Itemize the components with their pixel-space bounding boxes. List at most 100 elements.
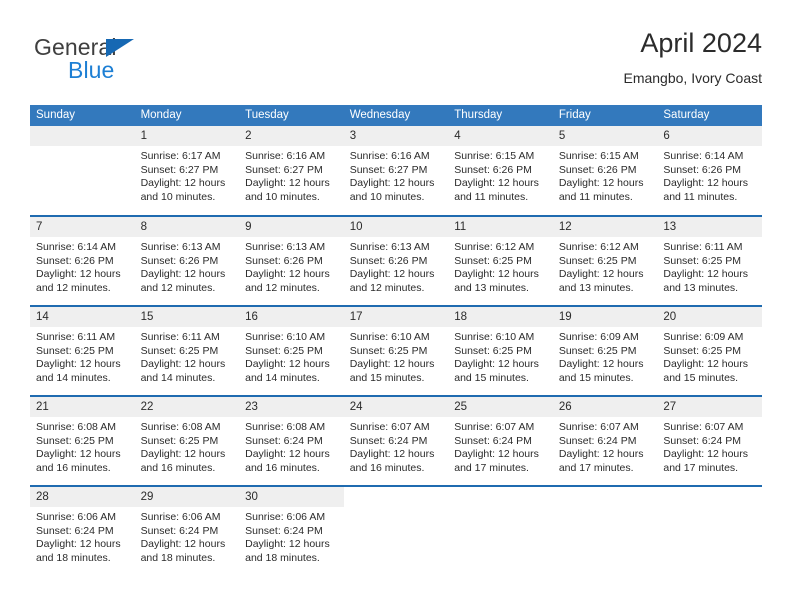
sunset-text: Sunset: 6:24 PM [663, 434, 742, 447]
daylight-text-line1: Daylight: 12 hours [558, 177, 644, 190]
day-cell-inner [344, 487, 449, 575]
calendar-day-cell[interactable]: 23 Sunrise: 6:08 AM Sunset: 6:24 PM Dayligh… [239, 395, 344, 486]
day-number: 18 [448, 307, 553, 327]
calendar-day-cell[interactable]: 19 Sunrise: 6:09 AM Sunset: 6:25 PM Dayligh… [552, 305, 658, 396]
calendar-day-cell[interactable]: 22 Sunrise: 6:08 AM Sunset: 6:25 PM Dayligh… [134, 395, 240, 486]
daylight-text-line1: Daylight: 12 hours [663, 448, 749, 461]
weekday-header-saturday: Saturday [657, 105, 762, 126]
calendar-week-row: 28 Sunrise: 6:06 AM Sunset: 6:24 PM Dayligh… [30, 485, 762, 576]
day-number: 28 [30, 487, 135, 507]
daylight-text-line1: Daylight: 12 hours [454, 358, 539, 371]
daylight-text-line1: Daylight: 12 hours [558, 268, 644, 281]
day-number: 10 [343, 217, 449, 237]
day-cell-inner: 24 Sunrise: 6:07 AM Sunset: 6:24 PM Dayligh… [343, 397, 449, 485]
calendar-day-cell[interactable]: 30 Sunrise: 6:06 AM Sunset: 6:24 PM Dayligh… [239, 485, 344, 576]
daylight-text-line1: Daylight: 12 hours [349, 448, 435, 461]
weekday-header-friday: Friday [552, 105, 658, 126]
calendar-day-cell[interactable]: 14 Sunrise: 6:11 AM Sunset: 6:25 PM Dayligh… [30, 305, 135, 396]
day-cell-inner: 20 Sunrise: 6:09 AM Sunset: 6:25 PM Dayligh… [657, 307, 762, 395]
daylight-text-line1: Daylight: 12 hours [140, 538, 226, 551]
calendar-day-cell[interactable]: 1 Sunrise: 6:17 AM Sunset: 6:27 PM Daylight… [134, 126, 240, 216]
daylight-text-line1: Daylight: 12 hours [349, 268, 435, 281]
calendar-day-cell[interactable]: 11 Sunrise: 6:12 AM Sunset: 6:25 PM Dayligh… [448, 215, 553, 306]
calendar-day-cell[interactable]: 2 Sunrise: 6:16 AM Sunset: 6:27 PM Daylight… [239, 126, 344, 216]
calendar-day-cell[interactable]: 3 Sunrise: 6:16 AM Sunset: 6:27 PM Daylight… [343, 126, 449, 216]
calendar-day-cell[interactable] [657, 485, 762, 576]
calendar-day-cell[interactable]: 27 Sunrise: 6:07 AM Sunset: 6:24 PM Dayligh… [657, 395, 762, 486]
day-number: 25 [448, 397, 553, 417]
day-cell-inner: 27 Sunrise: 6:07 AM Sunset: 6:24 PM Dayligh… [657, 397, 762, 485]
day-number [344, 487, 449, 507]
daylight-text-line2: and 16 minutes. [245, 461, 320, 474]
calendar-day-cell[interactable]: 28 Sunrise: 6:06 AM Sunset: 6:24 PM Dayligh… [30, 485, 135, 576]
calendar-day-cell[interactable]: 4 Sunrise: 6:15 AM Sunset: 6:26 PM Daylight… [448, 126, 553, 216]
calendar-grid: Sunday Monday Tuesday Wednesday Thursday… [30, 105, 762, 576]
day-details: Sunrise: 6:07 AM Sunset: 6:24 PM Daylight:… [657, 417, 762, 475]
daylight-text-line2: and 16 minutes. [349, 461, 425, 474]
calendar-day-cell[interactable]: 10 Sunrise: 6:13 AM Sunset: 6:26 PM Dayligh… [343, 215, 449, 306]
sunset-text: Sunset: 6:25 PM [140, 344, 219, 357]
day-number: 23 [239, 397, 344, 417]
day-details: Sunrise: 6:09 AM Sunset: 6:25 PM Daylight:… [657, 327, 762, 385]
weekday-header-tuesday: Tuesday [239, 105, 344, 126]
calendar-day-cell[interactable]: 24 Sunrise: 6:07 AM Sunset: 6:24 PM Dayligh… [343, 395, 449, 486]
general-blue-logo[interactable]: General Blue [34, 34, 204, 90]
day-number: 12 [552, 217, 658, 237]
sunset-text: Sunset: 6:26 PM [558, 163, 637, 176]
sunrise-text: Sunrise: 6:16 AM [245, 150, 326, 162]
day-details: Sunrise: 6:07 AM Sunset: 6:24 PM Daylight:… [553, 417, 658, 475]
sunset-text: Sunset: 6:24 PM [36, 524, 114, 537]
calendar-day-cell[interactable] [30, 126, 135, 216]
day-cell-inner: 1 Sunrise: 6:17 AM Sunset: 6:27 PM Daylight… [134, 126, 240, 214]
calendar-day-cell[interactable]: 12 Sunrise: 6:12 AM Sunset: 6:25 PM Dayligh… [552, 215, 658, 306]
daylight-text-line1: Daylight: 12 hours [245, 538, 330, 551]
sunset-text: Sunset: 6:27 PM [140, 163, 219, 176]
calendar-day-cell[interactable] [552, 485, 658, 576]
day-number: 4 [448, 126, 553, 146]
daylight-text-line2: and 18 minutes. [245, 551, 320, 564]
day-number: 7 [30, 217, 135, 237]
day-details: Sunrise: 6:11 AM Sunset: 6:25 PM Daylight:… [135, 327, 240, 385]
daylight-text-line2: and 15 minutes. [349, 371, 425, 384]
day-details: Sunrise: 6:08 AM Sunset: 6:24 PM Daylight:… [239, 417, 344, 475]
calendar-day-cell[interactable]: 20 Sunrise: 6:09 AM Sunset: 6:25 PM Dayligh… [657, 305, 762, 396]
calendar-day-cell[interactable]: 15 Sunrise: 6:11 AM Sunset: 6:25 PM Dayligh… [134, 305, 240, 396]
calendar-day-cell[interactable] [343, 485, 449, 576]
daylight-text-line2: and 12 minutes. [36, 281, 111, 294]
calendar-day-cell[interactable]: 16 Sunrise: 6:10 AM Sunset: 6:25 PM Dayligh… [239, 305, 344, 396]
calendar-day-cell[interactable]: 9 Sunrise: 6:13 AM Sunset: 6:26 PM Daylight… [239, 215, 344, 306]
calendar-day-cell[interactable]: 13 Sunrise: 6:11 AM Sunset: 6:25 PM Dayligh… [657, 215, 762, 306]
calendar-body: 1 Sunrise: 6:17 AM Sunset: 6:27 PM Daylight… [30, 126, 762, 576]
calendar-week-row: 14 Sunrise: 6:11 AM Sunset: 6:25 PM Dayligh… [30, 305, 762, 396]
weekday-header-wednesday: Wednesday [343, 105, 449, 126]
calendar-day-cell[interactable]: 6 Sunrise: 6:14 AM Sunset: 6:26 PM Daylight… [657, 126, 762, 216]
day-details: Sunrise: 6:07 AM Sunset: 6:24 PM Daylight:… [344, 417, 449, 475]
day-number [657, 487, 762, 507]
daylight-text-line1: Daylight: 12 hours [140, 358, 226, 371]
calendar-day-cell[interactable]: 21 Sunrise: 6:08 AM Sunset: 6:25 PM Dayligh… [30, 395, 135, 486]
daylight-text-line1: Daylight: 12 hours [454, 448, 539, 461]
day-cell-inner: 11 Sunrise: 6:12 AM Sunset: 6:25 PM Dayligh… [448, 217, 553, 305]
sunrise-text: Sunrise: 6:06 AM [245, 511, 326, 523]
calendar-day-cell[interactable]: 7 Sunrise: 6:14 AM Sunset: 6:26 PM Daylight… [30, 215, 135, 306]
calendar-day-cell[interactable]: 25 Sunrise: 6:07 AM Sunset: 6:24 PM Dayligh… [448, 395, 553, 486]
day-cell-inner: 4 Sunrise: 6:15 AM Sunset: 6:26 PM Daylight… [448, 126, 553, 214]
daylight-text-line1: Daylight: 12 hours [140, 268, 226, 281]
calendar-day-cell[interactable]: 29 Sunrise: 6:06 AM Sunset: 6:24 PM Dayligh… [134, 485, 240, 576]
daylight-text-line1: Daylight: 12 hours [558, 358, 644, 371]
daylight-text-line2: and 10 minutes. [140, 190, 216, 203]
sunrise-text: Sunrise: 6:07 AM [663, 421, 744, 433]
day-details: Sunrise: 6:16 AM Sunset: 6:27 PM Daylight:… [239, 146, 344, 204]
calendar-day-cell[interactable]: 5 Sunrise: 6:15 AM Sunset: 6:26 PM Daylight… [552, 126, 658, 216]
calendar-day-cell[interactable] [448, 485, 553, 576]
day-number: 24 [343, 397, 449, 417]
sunrise-text: Sunrise: 6:14 AM [36, 241, 116, 253]
daylight-text-line1: Daylight: 12 hours [140, 448, 226, 461]
daylight-text-line1: Daylight: 12 hours [245, 448, 330, 461]
calendar-day-cell[interactable]: 8 Sunrise: 6:13 AM Sunset: 6:26 PM Daylight… [134, 215, 240, 306]
calendar-day-cell[interactable]: 18 Sunrise: 6:10 AM Sunset: 6:25 PM Dayligh… [448, 305, 553, 396]
calendar-day-cell[interactable]: 17 Sunrise: 6:10 AM Sunset: 6:25 PM Dayligh… [343, 305, 449, 396]
daylight-text-line2: and 17 minutes. [663, 461, 739, 474]
calendar-day-cell[interactable]: 26 Sunrise: 6:07 AM Sunset: 6:24 PM Dayligh… [552, 395, 658, 486]
page-title: April 2024 [640, 28, 762, 58]
